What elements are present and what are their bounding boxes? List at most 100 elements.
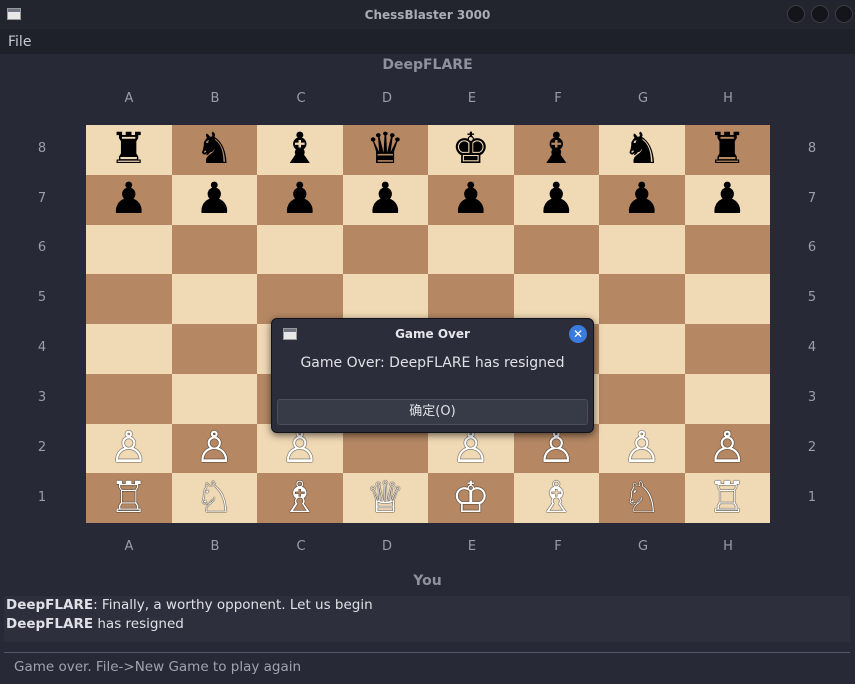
square-g4[interactable] — [599, 324, 685, 374]
square-a1[interactable]: ♖ — [86, 473, 172, 523]
ok-button[interactable]: 确定(O) — [277, 399, 588, 425]
rank-label-left: 4 — [37, 340, 47, 355]
chess-piece[interactable]: ♙ — [537, 426, 576, 470]
chess-piece[interactable]: ♛ — [366, 128, 405, 171]
chess-piece[interactable]: ♙ — [109, 426, 148, 470]
square-h5[interactable] — [684, 274, 770, 324]
square-a6[interactable] — [86, 224, 172, 275]
chess-piece[interactable]: ♞ — [195, 128, 234, 171]
chess-piece[interactable]: ♘ — [195, 476, 234, 520]
status-separator — [4, 652, 850, 653]
file-label-bottom: C — [296, 539, 306, 554]
square-a8[interactable]: ♜ — [86, 125, 172, 175]
square-g5[interactable] — [599, 274, 685, 324]
square-b5[interactable] — [171, 274, 257, 324]
square-h1[interactable]: ♖ — [684, 473, 770, 523]
chess-piece[interactable]: ♞ — [622, 128, 661, 171]
square-e1[interactable]: ♔ — [428, 473, 514, 523]
chess-piece[interactable]: ♙ — [622, 426, 661, 470]
chess-piece[interactable]: ♟ — [109, 178, 148, 221]
chess-piece[interactable]: ♖ — [708, 476, 747, 520]
square-a2[interactable]: ♙ — [86, 423, 172, 474]
square-e5[interactable] — [428, 274, 514, 324]
dialog-title: Game Over — [395, 327, 470, 341]
maximize-button[interactable] — [811, 5, 829, 23]
chess-piece[interactable]: ♟ — [366, 178, 405, 221]
square-g2[interactable]: ♙ — [599, 423, 685, 474]
chess-piece[interactable]: ♟ — [537, 178, 576, 221]
chess-piece[interactable]: ♟ — [451, 178, 490, 221]
square-d1[interactable]: ♕ — [342, 473, 428, 523]
chess-piece[interactable]: ♗ — [537, 476, 576, 520]
minimize-button[interactable] — [787, 5, 805, 23]
square-c1[interactable]: ♗ — [257, 473, 343, 523]
chess-piece[interactable]: ♜ — [708, 128, 747, 171]
chess-piece[interactable]: ♗ — [280, 476, 319, 520]
square-b2[interactable]: ♙ — [171, 423, 257, 474]
chess-piece[interactable]: ♕ — [366, 476, 405, 520]
chess-piece[interactable]: ♔ — [451, 476, 490, 520]
square-h7[interactable]: ♟ — [684, 174, 770, 225]
square-f1[interactable]: ♗ — [513, 473, 599, 523]
square-e7[interactable]: ♟ — [428, 174, 514, 225]
chess-piece[interactable]: ♚ — [451, 128, 490, 171]
square-b1[interactable]: ♘ — [171, 473, 257, 523]
chess-piece[interactable]: ♘ — [622, 476, 661, 520]
chess-piece[interactable]: ♖ — [109, 476, 148, 520]
chess-piece[interactable]: ♟ — [622, 178, 661, 221]
file-label-top: D — [381, 91, 392, 106]
chess-piece[interactable]: ♟ — [195, 178, 234, 221]
square-h2[interactable]: ♙ — [684, 423, 770, 474]
square-f5[interactable] — [513, 274, 599, 324]
chess-piece[interactable]: ♙ — [451, 426, 490, 470]
rank-label-right: 3 — [807, 390, 817, 405]
opponent-name: DeepFLARE — [382, 57, 473, 73]
square-c6[interactable] — [257, 224, 343, 275]
chess-piece[interactable]: ♜ — [109, 128, 148, 171]
chess-piece[interactable]: ♝ — [280, 128, 319, 171]
square-h8[interactable]: ♜ — [684, 125, 770, 175]
menu-file[interactable]: File — [8, 34, 31, 50]
square-d5[interactable] — [342, 274, 428, 324]
square-h6[interactable] — [684, 224, 770, 275]
square-g7[interactable]: ♟ — [599, 174, 685, 225]
square-c5[interactable] — [257, 274, 343, 324]
rank-label-left: 7 — [37, 191, 47, 206]
square-e8[interactable]: ♚ — [428, 125, 514, 175]
square-d7[interactable]: ♟ — [342, 174, 428, 225]
square-c7[interactable]: ♟ — [257, 174, 343, 225]
square-a3[interactable] — [86, 373, 172, 424]
dialog-close-icon[interactable]: ✕ — [569, 325, 587, 343]
chess-piece[interactable]: ♙ — [195, 426, 234, 470]
square-b6[interactable] — [171, 224, 257, 275]
square-b3[interactable] — [171, 373, 257, 424]
square-a5[interactable] — [86, 274, 172, 324]
chat-text: : Finally, a worthy opponent. Let us beg… — [93, 597, 373, 613]
square-g1[interactable]: ♘ — [599, 473, 685, 523]
chess-piece[interactable]: ♙ — [708, 426, 747, 470]
chat-line: DeepFLARE: Finally, a worthy opponent. L… — [6, 597, 373, 613]
square-b7[interactable]: ♟ — [171, 174, 257, 225]
square-h4[interactable] — [684, 324, 770, 374]
file-label-bottom: E — [467, 539, 477, 554]
square-f8[interactable]: ♝ — [513, 125, 599, 175]
chess-piece[interactable]: ♝ — [537, 128, 576, 171]
square-a7[interactable]: ♟ — [86, 174, 172, 225]
square-g3[interactable] — [599, 373, 685, 424]
square-f7[interactable]: ♟ — [513, 174, 599, 225]
chess-piece[interactable]: ♙ — [280, 426, 319, 470]
square-b4[interactable] — [171, 324, 257, 374]
square-b8[interactable]: ♞ — [171, 125, 257, 175]
square-e6[interactable] — [428, 224, 514, 275]
square-c8[interactable]: ♝ — [257, 125, 343, 175]
square-g8[interactable]: ♞ — [599, 125, 685, 175]
chess-piece[interactable]: ♟ — [708, 178, 747, 221]
square-d8[interactable]: ♛ — [342, 125, 428, 175]
chess-piece[interactable]: ♟ — [280, 178, 319, 221]
square-g6[interactable] — [599, 224, 685, 275]
square-h3[interactable] — [684, 373, 770, 424]
square-f6[interactable] — [513, 224, 599, 275]
square-d6[interactable] — [342, 224, 428, 275]
square-a4[interactable] — [86, 324, 172, 374]
close-button[interactable] — [835, 5, 853, 23]
